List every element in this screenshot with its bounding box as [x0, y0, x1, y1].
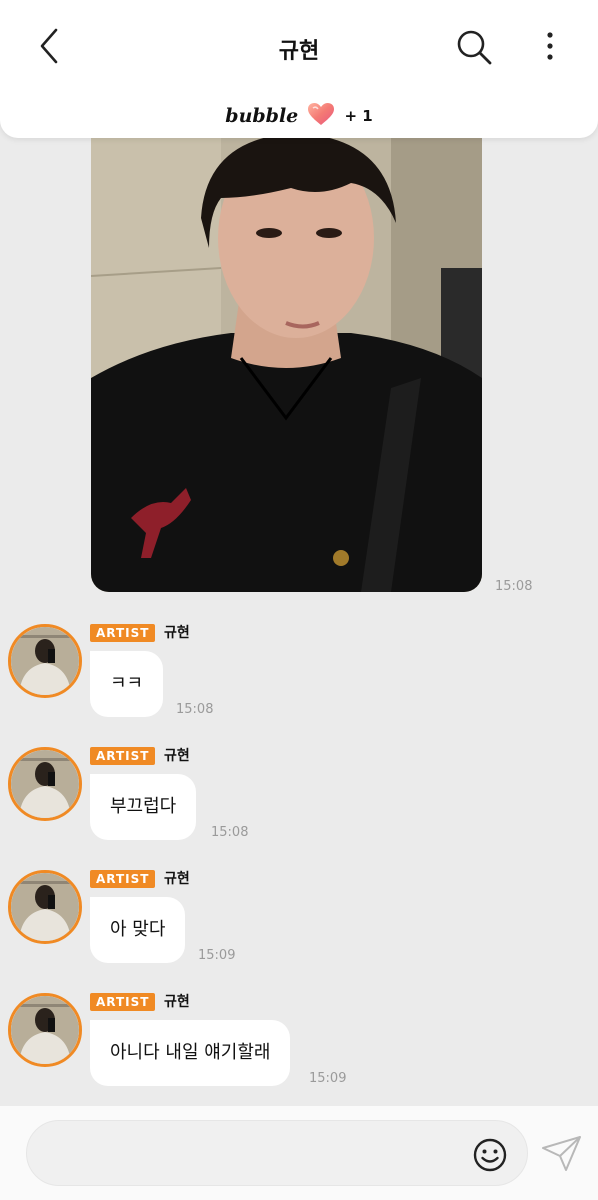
message-input-bar [0, 1106, 598, 1200]
sender-name: 규현 [164, 871, 190, 887]
message-bubble[interactable]: ㅋㅋ [90, 651, 164, 717]
artist-badge: ARTIST [90, 870, 156, 888]
artist-avatar[interactable] [8, 993, 82, 1067]
sender-name: 규현 [164, 748, 190, 764]
photo-message[interactable] [91, 128, 482, 592]
bubble-subscription: bubble + 1 [0, 102, 598, 130]
send-paper-plane-icon [542, 1136, 581, 1171]
emoji-button[interactable] [473, 1138, 507, 1172]
artist-avatar[interactable] [8, 747, 82, 821]
message-time: 15:08 [211, 825, 249, 840]
chat-title: 규현 [278, 39, 320, 64]
avatar-photo [11, 627, 79, 695]
avatar-photo [11, 996, 79, 1064]
message-input-field[interactable] [26, 1120, 528, 1186]
sender-name: 규현 [164, 994, 190, 1010]
artist-badge: ARTIST [90, 993, 156, 1011]
more-vertical-icon [547, 32, 553, 60]
message-bubble[interactable]: 아 맞다 [90, 897, 186, 963]
send-button[interactable] [540, 1132, 584, 1176]
more-options-button[interactable] [536, 27, 564, 67]
artist-badge: ARTIST [90, 624, 156, 642]
heart-icon [307, 102, 335, 130]
avatar-photo [11, 750, 79, 818]
message-time: 15:09 [309, 1071, 347, 1086]
message-time: 15:09 [198, 948, 236, 963]
message-input[interactable] [47, 1137, 471, 1171]
message-time: 15:08 [495, 579, 533, 594]
message-bubble[interactable]: 부끄럽다 [90, 774, 197, 840]
message-bubble[interactable]: 아니다 내일 얘기할래 [90, 1020, 291, 1086]
sender-name: 규현 [164, 625, 190, 641]
artist-badge: ARTIST [90, 747, 156, 765]
smiley-icon [473, 1138, 507, 1172]
avatar-photo [11, 873, 79, 941]
chat-header: 규현 bubble + 1 [0, 0, 598, 138]
selfie-photo [91, 128, 482, 592]
bubble-logo: bubble [225, 105, 299, 127]
message-time: 15:08 [176, 702, 214, 717]
search-icon [457, 30, 492, 65]
bubble-count: + 1 [344, 107, 373, 125]
artist-avatar[interactable] [8, 624, 82, 698]
artist-avatar[interactable] [8, 870, 82, 944]
search-button[interactable] [454, 27, 494, 67]
